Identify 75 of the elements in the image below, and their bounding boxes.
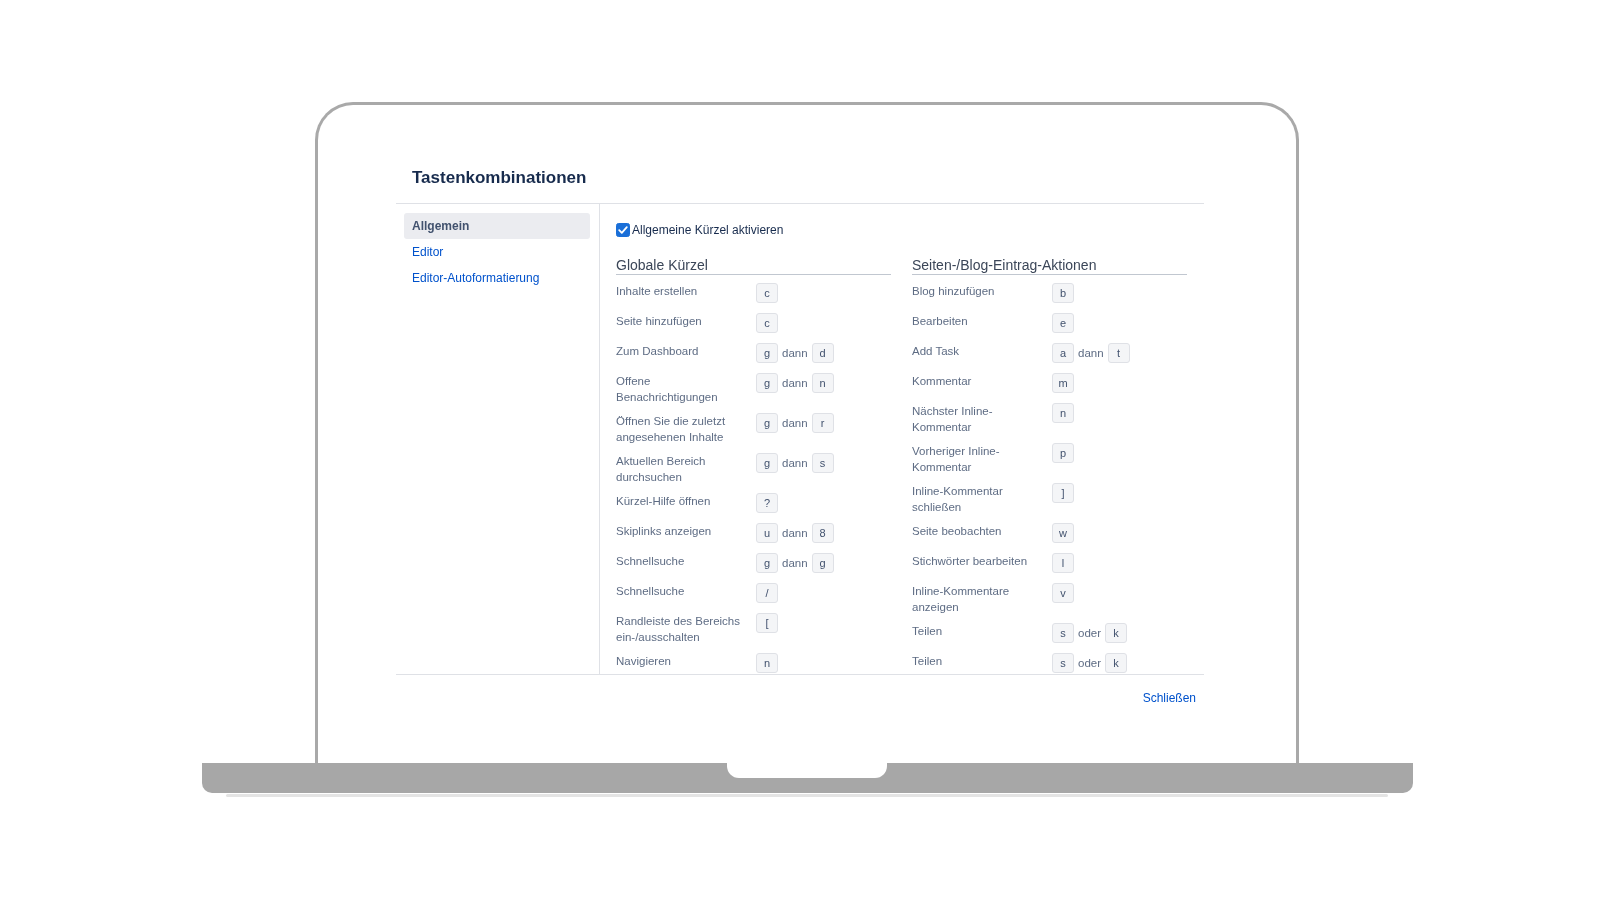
shortcut-label: Navigieren <box>616 654 672 669</box>
key-cap: k <box>1105 653 1128 673</box>
sidebar-tab[interactable]: Editor-Autoformatierung <box>404 265 590 291</box>
key-cap: l <box>1052 553 1074 573</box>
key-cap: s <box>811 453 834 473</box>
key-cap: a <box>1052 343 1074 363</box>
joiner-text: dann <box>782 456 808 471</box>
key-cap: p <box>1052 443 1074 463</box>
joiner-text: dann <box>782 526 808 541</box>
shortcut-label: Aktuellen Bereich durchsuchen <box>616 454 707 485</box>
key-cap: c <box>756 283 778 303</box>
key-cap: g <box>756 373 778 393</box>
shortcut-label: Stichwörter bearbeiten <box>912 554 1029 569</box>
key-cap: [ <box>756 613 778 633</box>
shortcut-label: Add Task <box>912 344 961 359</box>
joiner-text: dann <box>1078 346 1104 361</box>
key-cap: e <box>1052 313 1074 333</box>
shortcut-label: Inline-Kommentar schließen <box>912 484 1004 515</box>
key-cap: n <box>1052 403 1074 423</box>
shortcut-label: Teilen <box>912 654 944 669</box>
shortcut-label: Skiplinks anzeigen <box>616 524 713 539</box>
key-cap: s <box>1052 623 1074 643</box>
key-cap: ? <box>756 493 778 513</box>
shortcut-label: Seite hinzufügen <box>616 314 703 329</box>
key-cap: d <box>811 343 834 363</box>
dialog-title: Tastenkombinationen <box>412 168 588 188</box>
sidebar-tab[interactable]: Allgemein <box>404 213 590 239</box>
joiner-text: dann <box>782 556 808 571</box>
shortcut-label: Kürzel-Hilfe öffnen <box>616 494 712 509</box>
key-cap: ] <box>1052 483 1074 503</box>
key-cap: g <box>756 553 778 573</box>
shortcut-label: Teilen <box>912 624 944 639</box>
key-cap: v <box>1052 583 1074 603</box>
key-cap: w <box>1052 523 1074 543</box>
key-cap: n <box>811 373 834 393</box>
shortcut-label: Nächster Inline-Kommentar <box>912 404 994 435</box>
key-cap: r <box>811 413 834 433</box>
key-cap: g <box>756 453 778 473</box>
shortcut-label: Randleiste des Bereichs ein-/ausschalten <box>616 614 741 645</box>
shortcut-label: Seite beobachten <box>912 524 1003 539</box>
key-cap: c <box>756 313 778 333</box>
key-cap: u <box>756 523 778 543</box>
checkbox[interactable] <box>616 223 630 237</box>
key-cap: / <box>756 583 778 603</box>
key-cap: t <box>1107 343 1130 363</box>
shortcut-label: Bearbeiten <box>912 314 969 329</box>
close-link[interactable]: Schließen <box>1142 690 1196 706</box>
key-cap: g <box>811 553 834 573</box>
shortcut-label: Offene Benachrichtigungen <box>616 374 719 405</box>
shortcut-label: Schnellsuche <box>616 554 686 569</box>
key-cap: s <box>1052 653 1074 673</box>
shortcut-label: Schnellsuche <box>616 584 686 599</box>
joiner-text: oder <box>1078 656 1102 671</box>
shortcut-label: Inline-Kommentare anzeigen <box>912 584 1011 615</box>
shortcut-label: Zum Dashboard <box>616 344 700 359</box>
section-heading: Seiten-/Blog-Eintrag-Aktionen <box>912 256 1187 275</box>
shortcut-label: Vorheriger Inline-Kommentar <box>912 444 1001 475</box>
joiner-text: oder <box>1078 626 1102 641</box>
key-cap: m <box>1052 373 1074 393</box>
key-cap: 8 <box>811 523 834 543</box>
key-cap: n <box>756 653 778 673</box>
sidebar-tab[interactable]: Editor <box>404 239 590 265</box>
key-cap: g <box>756 343 778 363</box>
shortcut-label: Öffnen Sie die zuletzt angesehenen Inhalte <box>616 414 727 445</box>
shortcut-label: Blog hinzufügen <box>912 284 996 299</box>
joiner-text: dann <box>782 376 808 391</box>
joiner-text: dann <box>782 416 808 431</box>
shortcut-label: Inhalte erstellen <box>616 284 699 299</box>
key-cap: k <box>1105 623 1128 643</box>
key-cap: g <box>756 413 778 433</box>
shortcut-label: Kommentar <box>912 374 973 389</box>
joiner-text: dann <box>782 346 808 361</box>
checkbox-label[interactable]: Allgemeine Kürzel aktivieren <box>632 222 784 238</box>
key-cap: b <box>1052 283 1074 303</box>
section-heading: Globale Kürzel <box>616 256 891 275</box>
